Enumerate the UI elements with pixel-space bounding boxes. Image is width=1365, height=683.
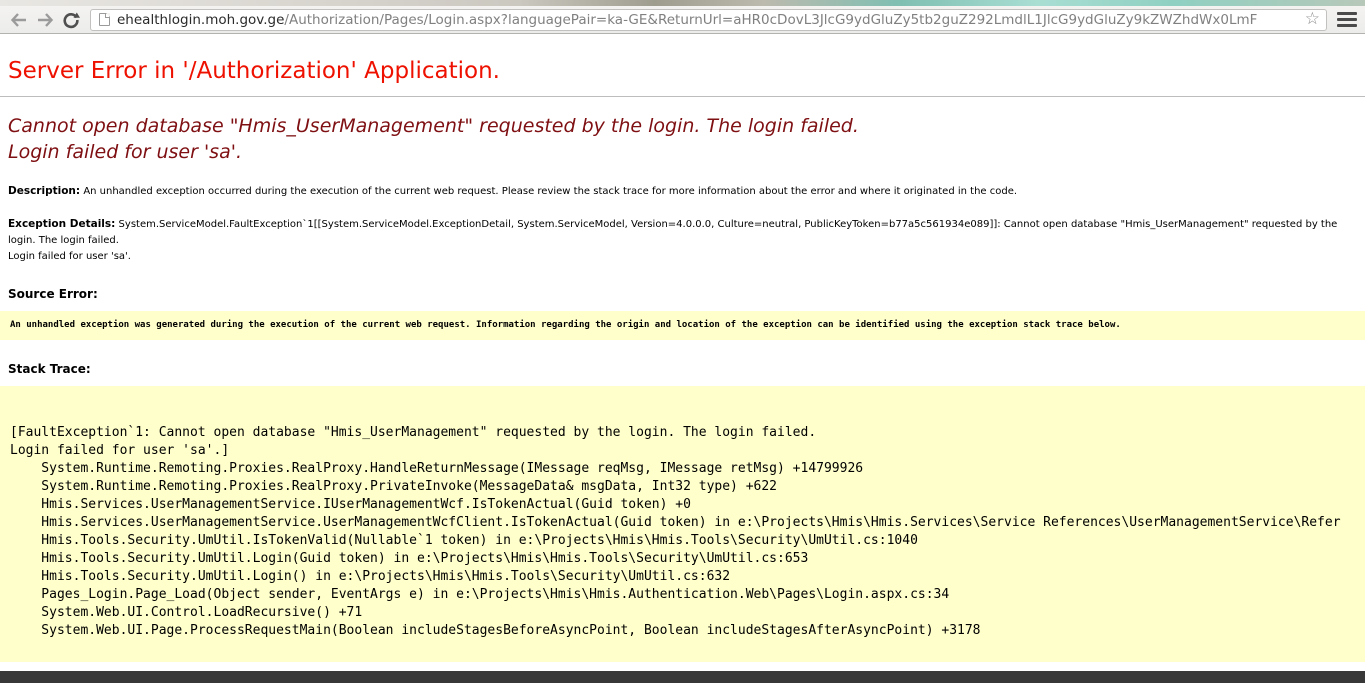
description-label: Description: (8, 185, 80, 197)
forward-button[interactable] (32, 8, 58, 32)
page-title: Server Error in '/Authorization' Applica… (8, 58, 1357, 84)
error-page: Server Error in '/Authorization' Applica… (0, 34, 1365, 670)
error-message: Cannot open database "Hmis_UserManagemen… (8, 113, 1357, 165)
exception-details-row: Exception Details: System.ServiceModel.F… (8, 216, 1357, 265)
back-button[interactable] (6, 8, 32, 32)
source-error-heading: Source Error: (8, 287, 1357, 301)
description-text: An unhandled exception occurred during t… (83, 186, 1017, 197)
url-host: ehealthlogin.moh.gov.ge (117, 12, 284, 28)
stack-trace-box: [FaultException`1: Cannot open database … (0, 386, 1365, 662)
stack-trace-heading: Stack Trace: (8, 362, 1357, 376)
exception-details-text: System.ServiceModel.FaultException`1[[Sy… (8, 219, 1337, 246)
reload-icon (62, 11, 80, 29)
divider (0, 96, 1365, 97)
url-path: /Authorization/Pages/Login.aspx?language… (284, 12, 1257, 28)
exception-details-text2: Login failed for user 'sa'. (8, 251, 131, 262)
source-error-box: An unhandled exception was generated dur… (0, 311, 1365, 340)
exception-details-label: Exception Details: (8, 218, 115, 230)
menu-icon[interactable] (1335, 10, 1359, 30)
page-icon (99, 13, 110, 26)
error-message-line1: Cannot open database "Hmis_UserManagemen… (8, 115, 859, 137)
browser-toolbar: ehealthlogin.moh.gov.ge/Authorization/Pa… (0, 6, 1365, 34)
description-row: Description: An unhandled exception occu… (8, 183, 1357, 200)
error-message-line2: Login failed for user 'sa'. (8, 141, 242, 163)
forward-arrow-icon (36, 12, 54, 28)
reload-button[interactable] (58, 8, 84, 32)
browser-chrome: ehealthlogin.moh.gov.ge/Authorization/Pa… (0, 0, 1365, 34)
bottom-dark-strip (0, 671, 1365, 683)
source-error-text: An unhandled exception was generated dur… (0, 311, 1365, 340)
bookmark-star-icon[interactable]: ☆ (1305, 11, 1320, 28)
url-text[interactable]: ehealthlogin.moh.gov.ge/Authorization/Pa… (117, 12, 1299, 28)
back-arrow-icon (10, 12, 28, 28)
url-bar[interactable]: ehealthlogin.moh.gov.ge/Authorization/Pa… (90, 9, 1327, 31)
stack-trace-text: [FaultException`1: Cannot open database … (0, 386, 1365, 662)
